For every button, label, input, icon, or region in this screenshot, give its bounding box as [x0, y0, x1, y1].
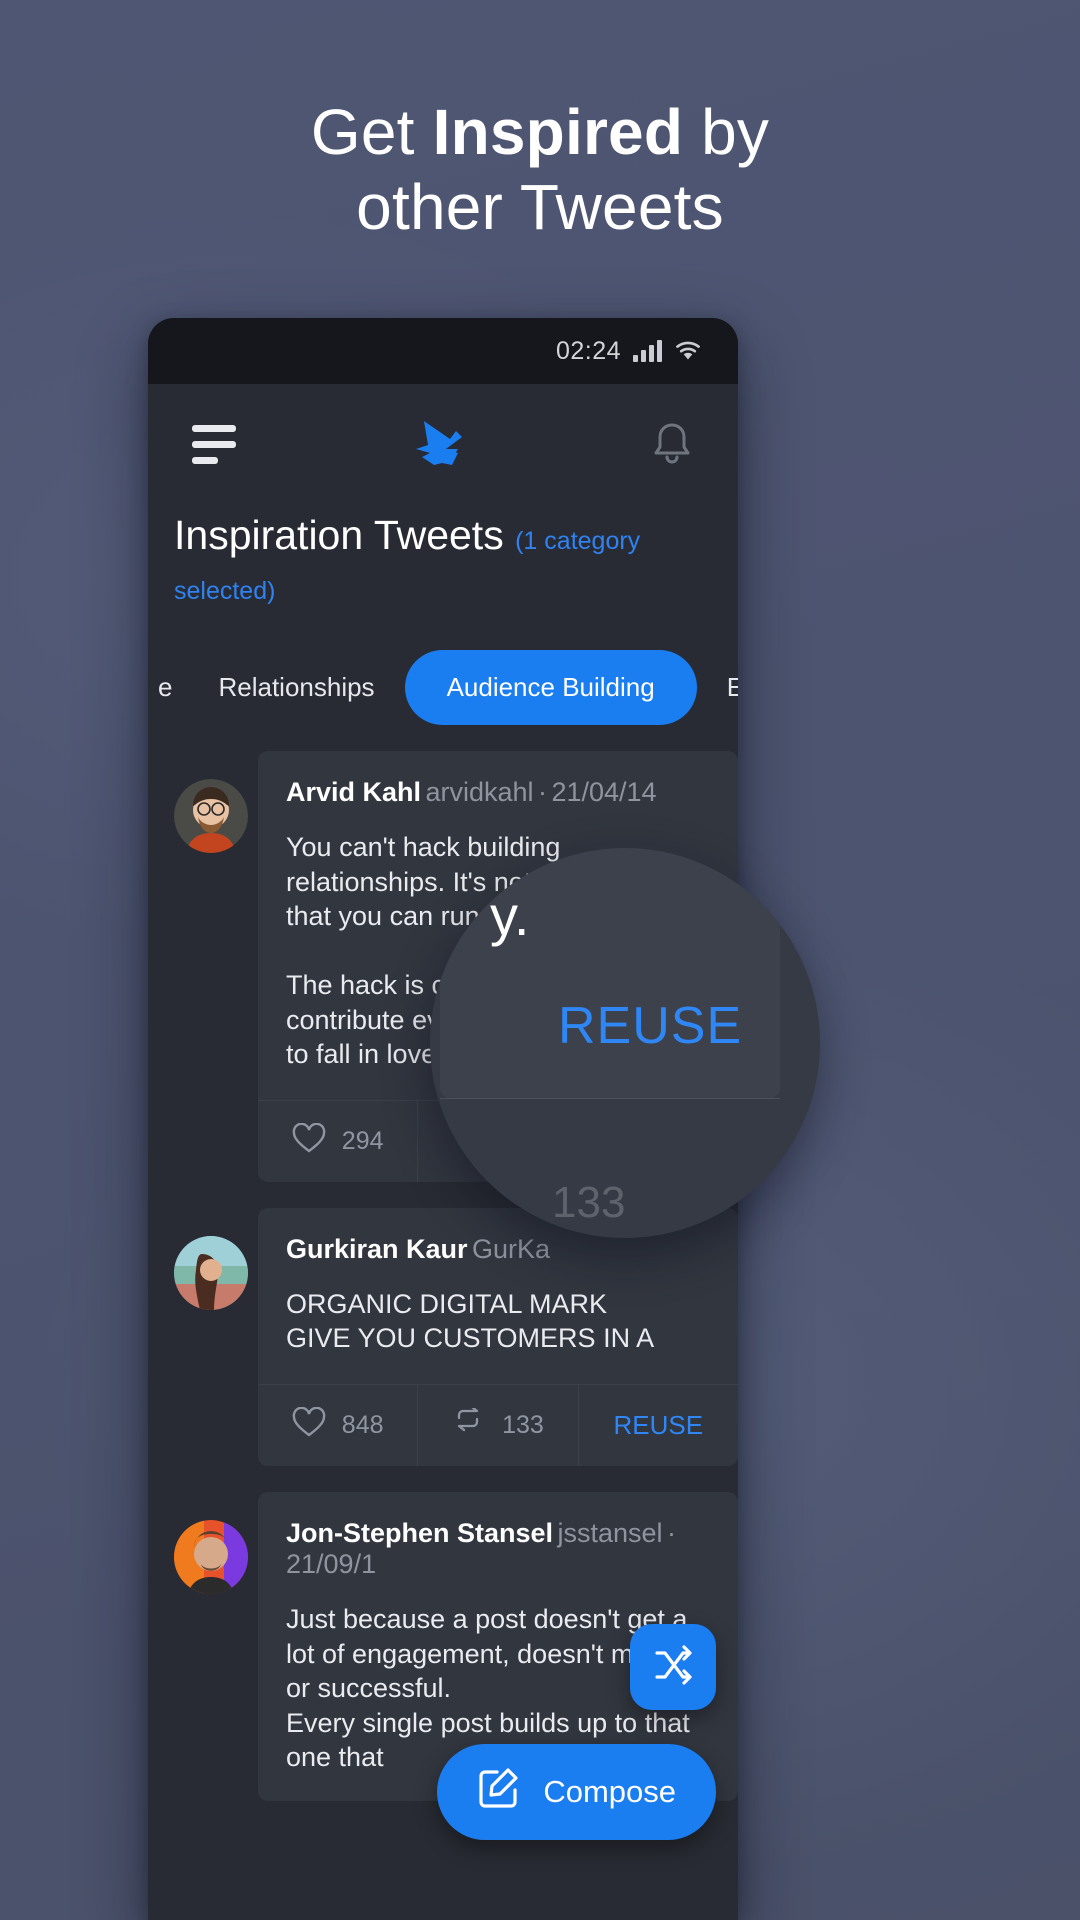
heart-icon [292, 1122, 326, 1160]
retweet-count: 133 [502, 1410, 544, 1439]
like-button[interactable]: 294 [258, 1100, 419, 1182]
heart-icon [292, 1406, 326, 1444]
tweet-header: Gurkiran Kaur GurKa [286, 1234, 710, 1265]
tweet-author-handle: jsstansel [557, 1517, 663, 1548]
shuffle-fab-button[interactable] [630, 1624, 716, 1710]
hero-line1-pre: Get [310, 96, 433, 168]
app-bar [148, 384, 738, 504]
magnified-reuse-label[interactable]: REUSE [558, 996, 742, 1056]
tweet-date: 21/04/14 [551, 777, 657, 808]
avatar [174, 1519, 248, 1594]
page-title-text: Inspiration Tweets [174, 512, 504, 558]
retweet-icon [452, 1405, 486, 1443]
tweet-header: Arvid Kahl arvidkahl · 21/04/14 [286, 777, 710, 808]
magnified-divider [440, 1098, 780, 1099]
tweet-body: ORGANIC DIGITAL MARK GIVE YOU CUSTOMERS … [286, 1288, 655, 1354]
shuffle-icon [651, 1643, 695, 1692]
like-count: 848 [341, 1410, 384, 1439]
hero-line1-bold: Inspired [432, 96, 684, 168]
tweet-author-name[interactable]: Arvid Kahl [286, 777, 421, 807]
tweet-card: Gurkiran Kaur GurKa ORGANIC DIGITAL MARK… [258, 1207, 738, 1466]
compose-pencil-icon [477, 1766, 521, 1818]
tab-audience-building[interactable]: Audience Building [404, 650, 697, 726]
tab-entrepreneurship[interactable]: Entrepreneurship [697, 672, 738, 703]
hero-line2: other Tweets [356, 170, 724, 243]
tweet-author-name[interactable]: Gurkiran Kaur [286, 1234, 468, 1264]
tweet-header: Jon-Stephen Stansel jsstansel · 21/09/1 [286, 1518, 710, 1580]
like-button[interactable]: 848 [258, 1384, 419, 1466]
compose-label: Compose [543, 1774, 676, 1809]
wifi-icon [674, 340, 702, 362]
tweet-separator: · [538, 777, 547, 808]
magnified-fragment: y. [490, 884, 530, 947]
tweet-author-handle: arvidkahl [425, 777, 534, 808]
compose-fab-button[interactable]: Compose [437, 1744, 716, 1840]
status-bar: 02:24 [148, 318, 738, 384]
hero-line1-post: by [683, 96, 770, 168]
avatar [174, 779, 248, 854]
tab-partial[interactable]: e [148, 672, 188, 703]
tab-relationships[interactable]: Relationships [188, 672, 404, 703]
tweet-author-name[interactable]: Jon-Stephen Stansel [286, 1518, 553, 1548]
status-bar-time: 02:24 [555, 336, 621, 365]
tweet-actions: 848 133 REUSE [258, 1383, 738, 1466]
avatar [174, 1235, 248, 1310]
page-title: Inspiration Tweets (1 category selected) [148, 510, 738, 610]
tweet-author-handle: GurKa [472, 1233, 551, 1264]
magnifier-overlay: y. REUSE 133 [430, 848, 820, 1238]
like-count: 294 [341, 1126, 384, 1155]
tweet-date: 21/09/1 [286, 1548, 377, 1579]
bell-icon[interactable] [650, 419, 694, 469]
category-tabs[interactable]: e Relationships Audience Building Entrep… [148, 650, 738, 726]
signal-bars-icon [633, 340, 662, 362]
magnified-retweet-count: 133 [552, 1178, 626, 1227]
tweet-item[interactable]: Gurkiran Kaur GurKa ORGANIC DIGITAL MARK… [174, 1207, 738, 1466]
hamburger-menu-icon[interactable] [192, 424, 236, 464]
tweet-separator: · [667, 1517, 676, 1548]
retweet-button[interactable]: 133 [418, 1384, 579, 1466]
hero-headline: Get Inspired by other Tweets [0, 95, 1080, 245]
reuse-button[interactable]: REUSE [579, 1385, 738, 1466]
bird-logo-icon [406, 413, 480, 475]
